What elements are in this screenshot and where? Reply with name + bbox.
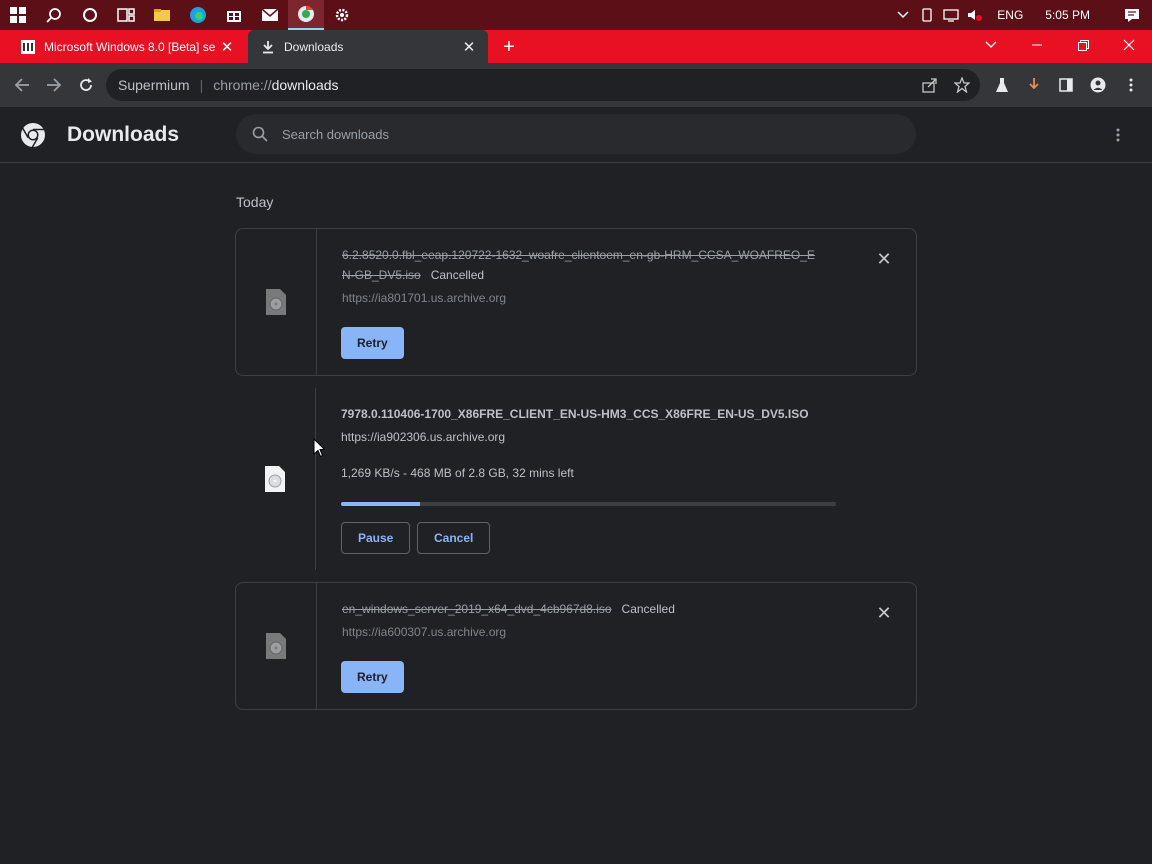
more-actions-icon[interactable]: [1106, 123, 1130, 147]
tab-title: Microsoft Windows 8.0 [Beta] se: [44, 39, 216, 54]
filename-line-1[interactable]: 6.2.8520.0.fbl_eeap.120722-1632_woafre_c…: [342, 248, 815, 262]
tab-archive[interactable]: Microsoft Windows 8.0 [Beta] se ✕: [0, 30, 246, 63]
chrome-logo-icon: [20, 122, 46, 148]
close-window-button[interactable]: [1106, 30, 1152, 60]
download-filename[interactable]: 7978.0.110406-1700_X86FRE_CLIENT_EN-US-H…: [341, 404, 857, 424]
site-name: Supermium: [118, 77, 190, 93]
browser-menu-icon[interactable]: [1119, 73, 1143, 97]
download-indicator-icon[interactable]: [1022, 73, 1046, 97]
clock[interactable]: 5:05 PM: [1033, 8, 1112, 22]
edge-icon[interactable]: [180, 0, 216, 30]
separator: |: [199, 77, 204, 93]
new-tab-button[interactable]: +: [496, 34, 522, 60]
labs-icon[interactable]: [990, 73, 1014, 97]
volume-muted-icon[interactable]: [963, 0, 987, 30]
progress-bar-fill: [341, 502, 421, 506]
archive-favicon-icon: [20, 39, 36, 55]
supermium-icon[interactable]: [288, 0, 324, 30]
search-icon: [250, 124, 270, 144]
file-icon-column: [236, 229, 317, 375]
remove-item-icon[interactable]: ✕: [872, 601, 896, 625]
remove-item-icon[interactable]: ✕: [872, 247, 896, 271]
date-heading: Today: [236, 194, 274, 210]
download-item-cancelled: 6.2.8520.0.fbl_eeap.120722-1632_woafre_c…: [235, 228, 917, 376]
language-indicator[interactable]: ENG: [987, 8, 1033, 22]
url-scheme: chrome://: [213, 77, 272, 93]
reload-icon[interactable]: [72, 71, 100, 99]
tab-strip: Microsoft Windows 8.0 [Beta] se ✕ Downlo…: [0, 30, 1152, 63]
download-item-cancelled: en_windows_server_2019_x64_dvd_4cb967d8.…: [235, 582, 917, 710]
chevron-up-icon[interactable]: [891, 0, 915, 30]
store-icon[interactable]: [216, 0, 252, 30]
forward-icon[interactable]: [40, 71, 68, 99]
mail-icon[interactable]: [252, 0, 288, 30]
tab-title: Downloads: [284, 39, 344, 54]
close-tab-icon[interactable]: ✕: [216, 36, 238, 58]
status-text: Cancelled: [621, 602, 675, 616]
search-box[interactable]: [236, 114, 916, 154]
search-icon[interactable]: [36, 0, 72, 30]
notification-icon[interactable]: [1112, 0, 1152, 30]
tab-downloads[interactable]: Downloads ✕: [248, 30, 488, 63]
filename-line-2[interactable]: N-GB_DV5.iso: [342, 268, 421, 282]
search-input[interactable]: [282, 126, 882, 142]
disc-file-icon: [265, 632, 287, 660]
progress-status-text: 1,269 KB/s - 468 MB of 2.8 GB, 32 mins l…: [341, 466, 574, 480]
cortana-icon[interactable]: [72, 0, 108, 30]
download-filename: 6.2.8520.0.fbl_eeap.120722-1632_woafre_c…: [342, 245, 856, 285]
page-title: Downloads: [67, 123, 180, 146]
download-url[interactable]: https://ia600307.us.archive.org: [342, 625, 856, 639]
restore-button[interactable]: [1060, 30, 1106, 60]
taskbar: ENG 5:05 PM: [0, 0, 1152, 30]
settings-icon[interactable]: [324, 0, 360, 30]
status-text: Cancelled: [430, 268, 485, 282]
progress-bar: [341, 502, 836, 506]
close-tab-icon[interactable]: ✕: [458, 36, 480, 58]
file-icon-column: [235, 388, 316, 570]
retry-button[interactable]: Retry: [341, 327, 404, 359]
tab-search-icon[interactable]: [968, 30, 1014, 60]
pause-button[interactable]: Pause: [341, 522, 411, 554]
filename-text[interactable]: en_windows_server_2019_x64_dvd_4cb967d8.…: [342, 602, 612, 616]
url-path: downloads: [271, 77, 339, 93]
profile-avatar-icon[interactable]: [1086, 73, 1110, 97]
network-icon[interactable]: [939, 0, 963, 30]
address-bar[interactable]: Supermium | chrome:// downloads: [106, 69, 980, 101]
download-url[interactable]: https://ia801701.us.archive.org: [342, 291, 856, 305]
downloads-header: Downloads: [0, 107, 1152, 163]
mouse-cursor-icon: [313, 437, 326, 463]
file-explorer-icon[interactable]: [144, 0, 180, 30]
share-icon[interactable]: [918, 73, 942, 97]
phone-link-icon[interactable]: [915, 0, 939, 30]
windows-start-icon[interactable]: [0, 0, 36, 30]
retry-button[interactable]: Retry: [341, 661, 404, 693]
download-favicon-icon: [260, 39, 276, 55]
back-icon[interactable]: [8, 71, 36, 99]
disc-file-icon: [265, 288, 287, 316]
download-url[interactable]: https://ia902306.us.archive.org: [341, 430, 857, 444]
cancel-button[interactable]: Cancel: [417, 522, 491, 554]
bookmark-star-icon[interactable]: [950, 73, 974, 97]
file-icon-column: [236, 583, 317, 709]
side-panel-icon[interactable]: [1054, 73, 1078, 97]
download-filename: en_windows_server_2019_x64_dvd_4cb967d8.…: [342, 599, 856, 619]
browser-toolbar: Supermium | chrome:// downloads: [0, 63, 1152, 107]
task-view-icon[interactable]: [108, 0, 144, 30]
minimize-button[interactable]: [1014, 30, 1060, 60]
disc-file-icon: [264, 465, 286, 493]
download-item-in-progress: 7978.0.110406-1700_X86FRE_CLIENT_EN-US-H…: [235, 388, 917, 570]
